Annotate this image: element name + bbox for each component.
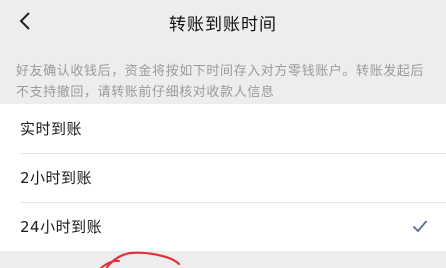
red-annotation-scribble	[100, 251, 181, 268]
option-realtime[interactable]: 实时到账	[0, 104, 446, 153]
option-label: 实时到账	[20, 120, 83, 138]
checkmark-icon	[412, 220, 428, 233]
transfer-notice-text: 好友确认收钱后，资金将按如下时间存入对方零钱账户。转账发起后不支持撤回，请转账前…	[16, 64, 425, 100]
arrival-time-options: 实时到账 2小时到账 24小时到账	[0, 104, 446, 251]
navigation-bar: 转账到账时间	[0, 0, 446, 44]
option-label: 2小时到账	[20, 169, 93, 187]
option-2-hours[interactable]: 2小时到账	[0, 153, 446, 202]
page-title: 转账到账时间	[169, 15, 277, 35]
option-label: 24小时到账	[20, 218, 103, 236]
option-24-hours[interactable]: 24小时到账	[0, 202, 446, 251]
